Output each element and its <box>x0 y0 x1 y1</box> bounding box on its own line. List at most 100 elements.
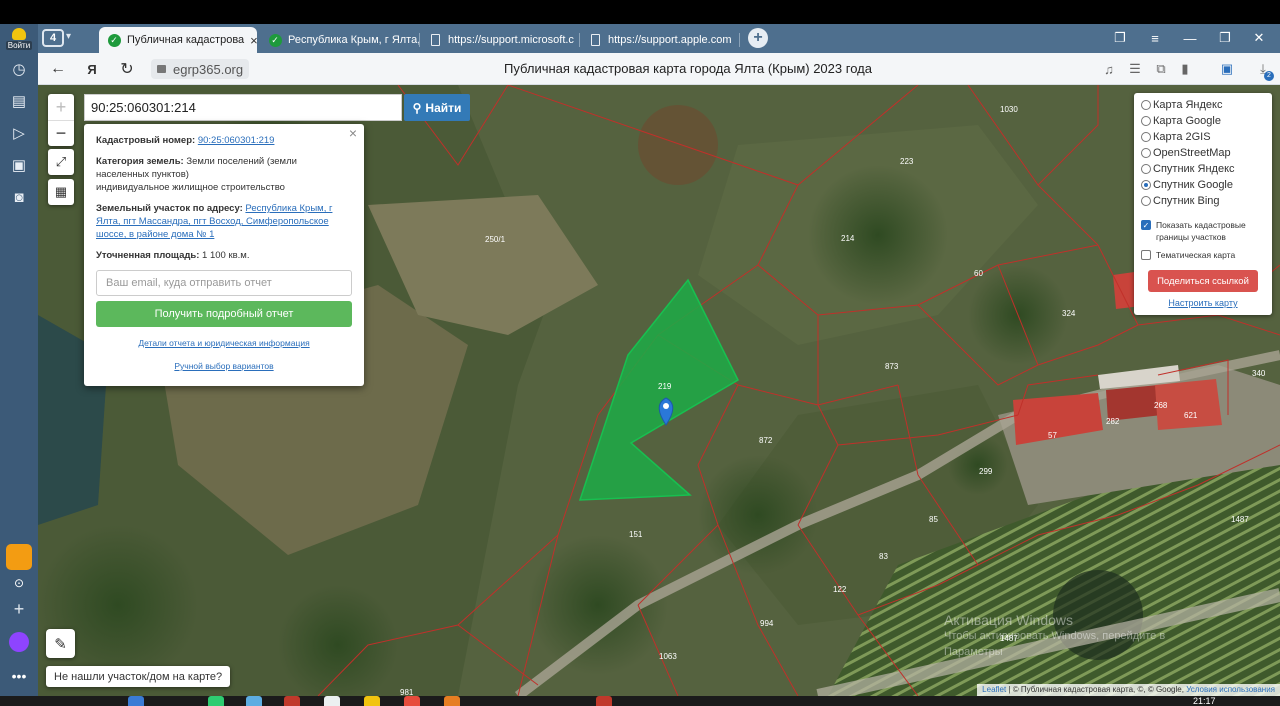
document-icon <box>428 33 442 47</box>
taskbar-app-icon[interactable] <box>284 696 300 706</box>
get-report-button[interactable]: Получить подробный отчет <box>96 301 352 327</box>
tab-title: https://support.apple.com <box>608 34 732 46</box>
taskbar-app-icon[interactable] <box>596 696 612 706</box>
thematic-map-option[interactable]: Тематическая карта <box>1141 249 1265 261</box>
radio-button[interactable] <box>1141 164 1151 174</box>
radio-button[interactable] <box>1141 148 1151 158</box>
mail-app-icon[interactable] <box>6 544 32 570</box>
parcel-label: 85 <box>929 515 938 524</box>
radio-button[interactable] <box>1141 100 1151 110</box>
close-icon[interactable]: × <box>349 126 357 140</box>
cadastral-search-input[interactable]: 90:25:060301:214 <box>84 94 402 121</box>
new-tab-button[interactable]: + <box>748 28 768 48</box>
history-icon[interactable]: ◷ <box>7 57 31 81</box>
close-window-icon[interactable]: ✕ <box>1248 28 1270 48</box>
email-field[interactable]: Ваш email, куда отправить отчет <box>96 270 352 296</box>
tabs-count-icon[interactable]: ▣ <box>7 153 31 177</box>
category-label: Категория земель: <box>96 156 184 167</box>
tab-cadastral-map[interactable]: ✓ Публичная кадастрова × <box>99 27 257 53</box>
layer-option-yandex-map[interactable]: Карта Яндекс <box>1141 97 1265 113</box>
parcel-label: 268 <box>1154 401 1168 410</box>
reload-icon[interactable]: ↻ <box>117 59 137 79</box>
radio-button[interactable] <box>1141 132 1151 142</box>
search-button[interactable]: ⚲ Найти <box>404 94 470 121</box>
check-icon: ✓ <box>107 33 121 47</box>
notes-icon[interactable]: ▤ <box>7 89 31 113</box>
tab-count-button[interactable]: 4 <box>42 29 64 47</box>
share-link-button[interactable]: Поделиться ссылкой <box>1148 270 1258 292</box>
minimize-icon[interactable]: — <box>1179 28 1201 48</box>
layer-option-google-satellite[interactable]: Спутник Google <box>1141 177 1265 193</box>
back-arrow-icon[interactable]: ← <box>48 59 68 79</box>
parcel-label: 250/1 <box>485 235 506 244</box>
alice-assistant-icon[interactable] <box>6 629 32 655</box>
layer-option-yandex-satellite[interactable]: Спутник Яндекс <box>1141 161 1265 177</box>
zoom-out-button[interactable]: − <box>48 120 74 146</box>
parcel-label: 214 <box>841 234 855 243</box>
report-details-link[interactable]: Детали отчета и юридическая информация <box>138 338 309 348</box>
tab-crimea[interactable]: ✓ Республика Крым, г Ялта, <box>260 27 420 53</box>
configure-map-link[interactable]: Настроить карту <box>1141 298 1265 308</box>
checkbox-checked[interactable]: ✓ <box>1141 220 1151 230</box>
restore-icon[interactable]: ❐ <box>1214 28 1236 48</box>
taskbar-app-icon[interactable] <box>324 696 340 706</box>
headphones-icon[interactable]: ♫ <box>1100 60 1118 78</box>
radio-button-selected[interactable] <box>1141 180 1151 190</box>
thematic-map-label: Тематическая карта <box>1156 250 1236 260</box>
not-found-button[interactable]: Не нашли участок/дом на карте? <box>46 666 231 687</box>
taskbar-app-icon[interactable] <box>208 696 224 706</box>
radio-button[interactable] <box>1141 196 1151 206</box>
parcel-info-popup: × Кадастровый номер: 90:25:060301:219 Ка… <box>84 124 364 386</box>
address-bar: ← Я ↻ egrp365.org Публичная кадастровая … <box>38 53 1280 85</box>
layer-label: OpenStreetMap <box>1153 147 1231 159</box>
usage-value: индивидуальное жилищное строительство <box>96 182 285 193</box>
layer-label: Спутник Bing <box>1153 195 1220 207</box>
taskbar-app-icon[interactable] <box>444 696 460 706</box>
show-boundaries-label: Показать кадастровые границы участков <box>1156 220 1246 242</box>
taskbar-app-icon[interactable] <box>128 696 144 706</box>
parcel-label: 299 <box>979 467 993 476</box>
layer-option-osm[interactable]: OpenStreetMap <box>1141 145 1265 161</box>
camera-icon[interactable]: ◙ <box>7 185 31 209</box>
layer-label: Карта Яндекс <box>1153 99 1223 111</box>
tab-title: Публичная кадастрова <box>127 34 245 46</box>
leaflet-link[interactable]: Leaflet <box>982 685 1006 694</box>
extension-icon[interactable]: ▣ <box>1218 60 1236 78</box>
reader-icon[interactable]: ☰ <box>1126 60 1144 78</box>
url-field[interactable]: egrp365.org <box>151 59 250 79</box>
cadastral-number-link[interactable]: 90:25:060301:219 <box>198 135 275 146</box>
more-icon[interactable]: ••• <box>6 663 32 689</box>
checkbox[interactable] <box>1141 250 1151 260</box>
url-text: egrp365.org <box>173 61 244 77</box>
pencil-icon[interactable]: ✎ <box>46 629 75 658</box>
tab-apple[interactable]: https://support.apple.com <box>580 27 740 53</box>
collections-icon[interactable]: ❐ <box>1109 28 1131 48</box>
login-label: Войти <box>5 41 33 50</box>
add-panel-icon[interactable]: + <box>6 596 32 622</box>
media-play-icon[interactable]: ▷ <box>7 121 31 145</box>
radio-button[interactable] <box>1141 116 1151 126</box>
layer-option-bing-satellite[interactable]: Спутник Bing <box>1141 193 1265 209</box>
layer-label: Карта Google <box>1153 115 1221 127</box>
layer-option-2gis[interactable]: Карта 2GIS <box>1141 129 1265 145</box>
menu-icon[interactable]: ≡ <box>1144 28 1166 48</box>
manual-selection-link[interactable]: Ручной выбор вариантов <box>174 361 273 371</box>
map-canvas[interactable]: 219 1030 223 250/1 214 60 324 873 340 87… <box>38 85 1280 696</box>
chevron-down-icon[interactable]: ▾ <box>66 31 71 42</box>
zoom-in-button[interactable]: + <box>48 94 74 120</box>
terms-link[interactable]: Условия использования <box>1186 685 1275 694</box>
fullscreen-icon[interactable]: ⤢ <box>48 149 74 175</box>
close-icon[interactable]: × <box>250 33 257 48</box>
taskbar-app-icon[interactable] <box>364 696 380 706</box>
translate-icon[interactable]: ⧉ <box>1152 60 1170 78</box>
login-button[interactable]: Войти <box>3 28 35 54</box>
bookmark-icon[interactable]: ▮ <box>1176 60 1194 78</box>
taskbar-app-icon[interactable] <box>246 696 262 706</box>
tab-microsoft[interactable]: https://support.microsoft.c <box>420 27 580 53</box>
taskbar-app-icon[interactable] <box>404 696 420 706</box>
layer-option-google-map[interactable]: Карта Google <box>1141 113 1265 129</box>
print-icon[interactable]: ▦ <box>48 179 74 205</box>
toggle-app-icon[interactable]: ⊙ <box>6 570 32 596</box>
yandex-icon[interactable]: Я <box>82 59 102 79</box>
show-boundaries-option[interactable]: ✓ Показать кадастровые границы участков <box>1141 219 1265 243</box>
